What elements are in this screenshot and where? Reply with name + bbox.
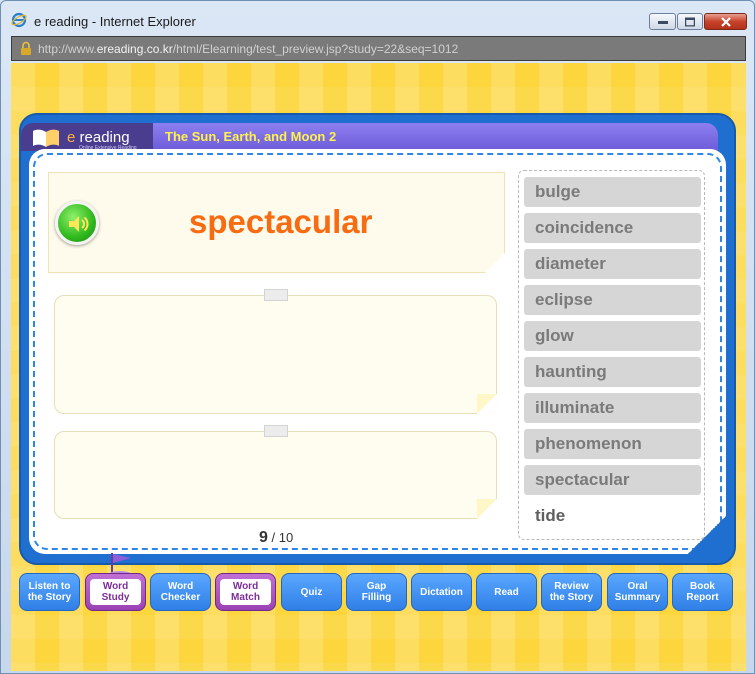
url-text[interactable]: http://www.ereading.co.kr/html/Elearning… — [38, 42, 458, 56]
tab-label: Word Match — [220, 579, 271, 605]
question-counter: 9 / 10 — [259, 529, 293, 547]
tab-dictation[interactable]: Dictation — [411, 573, 472, 611]
current-question: 9 — [259, 529, 268, 546]
card-fold — [485, 253, 505, 273]
word-choice[interactable]: tide — [524, 501, 701, 531]
tab-label: Word Study — [90, 579, 141, 605]
page-content: e reading Online Extensive Reading Libra… — [11, 63, 746, 671]
tab-word-match[interactable]: Word Match — [215, 573, 276, 611]
internet-explorer-icon — [11, 12, 27, 28]
word-choice[interactable]: spectacular — [524, 465, 701, 495]
tab-label: Listen to the Story — [27, 581, 72, 603]
minimize-button[interactable] — [649, 13, 676, 30]
page-icon — [21, 41, 31, 55]
tab-review-the-story[interactable]: Review the Story — [541, 573, 602, 611]
tab-label: Gap Filling — [361, 581, 392, 603]
ereading-logo: e reading Online Extensive Reading Libra… — [21, 123, 153, 157]
note-fold — [477, 394, 497, 414]
tab-quiz[interactable]: Quiz — [281, 573, 342, 611]
close-icon — [720, 16, 731, 27]
close-button[interactable] — [704, 13, 747, 30]
minimize-icon — [657, 20, 668, 24]
word-choice[interactable]: coincidence — [524, 213, 701, 243]
word-choice[interactable]: illuminate — [524, 393, 701, 423]
speaker-icon — [69, 216, 89, 232]
word-choice[interactable]: haunting — [524, 357, 701, 387]
title-band: The Sun, Earth, and Moon 2 — [153, 123, 718, 151]
activity-tabs: Listen to the Story Word Study Word Chec… — [19, 573, 736, 613]
word-choice[interactable]: bulge — [524, 177, 701, 207]
tab-listen-to-the-story[interactable]: Listen to the Story — [19, 573, 80, 611]
total-questions: / 10 — [267, 530, 294, 545]
tab-label: Read — [494, 586, 519, 598]
play-audio-button[interactable] — [55, 201, 99, 245]
tab-oral-summary[interactable]: Oral Summary — [607, 573, 668, 611]
tab-label: Quiz — [300, 586, 323, 598]
word-choice-list: bulge coincidence diameter eclipse glow … — [518, 170, 705, 540]
book-logo-icon — [33, 129, 59, 147]
word-choice[interactable]: glow — [524, 321, 701, 351]
lesson-title: The Sun, Earth, and Moon 2 — [165, 129, 337, 144]
maximize-icon — [685, 17, 695, 26]
word-choice[interactable]: phenomenon — [524, 429, 701, 459]
tab-gap-filling[interactable]: Gap Filling — [346, 573, 407, 611]
answer-drop-box[interactable] — [54, 289, 497, 414]
word-choice[interactable]: diameter — [524, 249, 701, 279]
tab-label: Book Report — [686, 581, 719, 603]
tab-label: Word Checker — [160, 581, 201, 603]
lesson-header: e reading Online Extensive Reading Libra… — [21, 123, 718, 157]
tab-label: Review the Story — [549, 581, 594, 603]
browser-window: e reading - Internet Explorer http://www… — [0, 0, 755, 674]
note-fold — [477, 499, 497, 519]
logo-wordmark: e reading — [67, 129, 130, 146]
answer-drop-box[interactable] — [54, 425, 497, 519]
tape-decoration — [264, 289, 288, 301]
tab-label: Oral Summary — [614, 581, 661, 603]
tape-decoration — [264, 425, 288, 437]
word-choice[interactable]: eclipse — [524, 285, 701, 315]
maximize-button[interactable] — [677, 13, 703, 30]
window-title: e reading - Internet Explorer — [34, 14, 196, 29]
tab-word-study[interactable]: Word Study — [85, 573, 146, 611]
target-word: spectacular — [189, 203, 373, 240]
tab-book-report[interactable]: Book Report — [672, 573, 733, 611]
tab-label: Dictation — [420, 586, 463, 598]
title-bar: e reading - Internet Explorer — [1, 1, 754, 33]
address-bar[interactable]: http://www.ereading.co.kr/html/Elearning… — [11, 36, 746, 61]
tab-read[interactable]: Read — [476, 573, 537, 611]
target-word-card: spectacular — [48, 172, 505, 273]
tab-word-checker[interactable]: Word Checker — [150, 573, 211, 611]
